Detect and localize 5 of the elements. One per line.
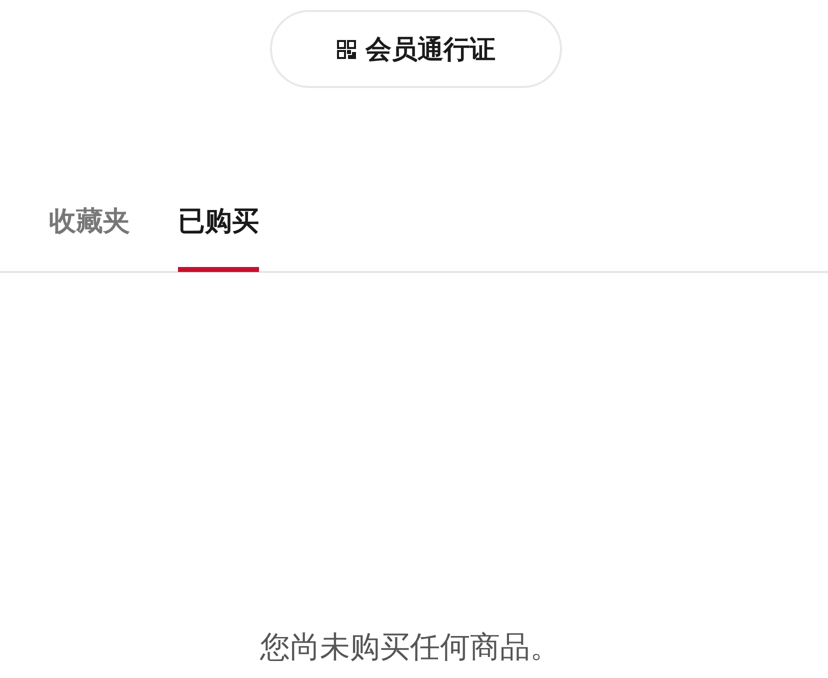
qr-code-icon xyxy=(336,40,356,58)
tab[interactable]: 收藏夹 xyxy=(49,203,130,272)
membership-pass-button[interactable]: 会员通行证 xyxy=(270,10,562,88)
empty-message: 您尚未购买任何商品。 xyxy=(258,629,561,667)
tab[interactable]: 已购买 xyxy=(178,203,259,272)
